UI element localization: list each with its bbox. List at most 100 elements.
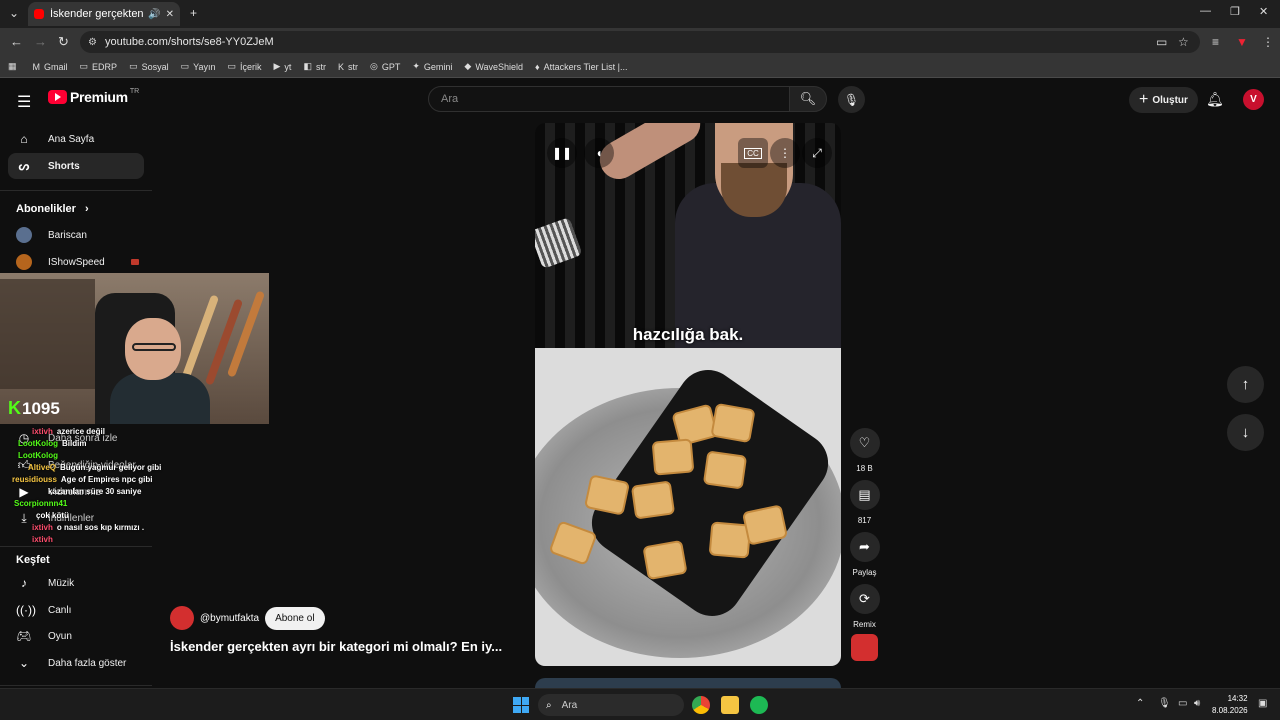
profile-icon[interactable]: ▼ <box>1236 35 1248 49</box>
captions-button[interactable]: CC <box>738 138 768 168</box>
sidebar-item-home[interactable]: ⌂ Ana Sayfa <box>8 126 144 152</box>
volume-button[interactable]: ◖ <box>584 138 614 168</box>
search-icon: ⌕ <box>546 699 552 711</box>
windows-start-icon[interactable] <box>513 697 529 713</box>
video-icon: ▶ <box>19 485 29 499</box>
bookmark-item[interactable]: M Gmail <box>33 62 68 72</box>
notifications-bell-icon[interactable]: 🔔︎ <box>1206 91 1224 108</box>
remix-action[interactable]: ⟳ Remix <box>848 584 881 629</box>
bookmark-item[interactable]: ◆ WaveShield <box>464 61 523 72</box>
sidebar-divider <box>0 546 152 547</box>
apps-icon[interactable]: ▦ <box>8 61 17 72</box>
tray-network-icon[interactable]: ▭ <box>1178 698 1187 709</box>
bookmark-star-icon[interactable]: ☆ <box>1178 35 1189 49</box>
chrome-taskbar-icon[interactable] <box>692 696 710 714</box>
previous-short-button[interactable]: ↑ <box>1227 366 1264 403</box>
share-action[interactable]: ➦ Paylaş <box>848 532 881 577</box>
bookmark-item[interactable]: ♦ Attackers Tier List |... <box>535 62 627 72</box>
bookmark-item[interactable]: ◧ str <box>303 61 326 72</box>
browser-tab-bar: ⌄ İskender gerçekten ayrı bir 🔊 ✕ + — ❐ … <box>0 0 1280 28</box>
sidebar-item-live[interactable]: ((·)) Canlı <box>8 597 144 623</box>
windows-taskbar: ⌕ Ara ⌃ 🎙︎ ▭ 🔊︎ 14:32 8.08.2026 ▣ <box>0 688 1280 720</box>
webcam-shelf <box>0 279 95 389</box>
chat-text: Bildim <box>61 439 87 448</box>
like-action[interactable]: ♡ 18 B <box>848 428 881 473</box>
captions-icon: CC <box>744 147 762 159</box>
bookmark-item[interactable]: ▶ yt <box>274 61 292 72</box>
browser-menu-icon[interactable]: ⋮ <box>1262 35 1274 49</box>
taskbar-clock[interactable]: 14:32 8.08.2026 <box>1212 693 1248 717</box>
sidebar-item-show-more[interactable]: ⌄ Daha fazla göster <box>8 650 144 676</box>
create-button[interactable]: + Oluştur <box>1129 87 1198 113</box>
bookmark-item[interactable]: ▭ İçerik <box>227 61 261 72</box>
audio-playing-icon[interactable]: 🔊 <box>148 9 160 20</box>
search-input[interactable]: Ara <box>428 86 790 112</box>
chat-message: Scorpionnn41 <box>14 499 71 508</box>
guide-menu-icon[interactable]: ☰ <box>17 92 31 112</box>
comment-button[interactable]: ▤ <box>849 480 880 510</box>
subscribe-button[interactable]: Abone ol <box>265 606 325 630</box>
new-tab-icon[interactable]: + <box>190 6 197 20</box>
bookmark-item[interactable]: Kstr <box>338 62 358 72</box>
bookmark-item[interactable]: ▭ EDRP <box>80 61 118 72</box>
search-button[interactable]: 🔍︎ <box>789 86 827 112</box>
bookmark-item[interactable]: ▭ Sosyal <box>129 61 169 72</box>
video-man-beard <box>721 163 787 217</box>
cast-icon[interactable]: ▭ <box>1156 35 1167 49</box>
tray-volume-icon[interactable]: 🔊︎ <box>1194 698 1200 709</box>
file-explorer-taskbar-icon[interactable] <box>721 696 739 714</box>
shorts-video-player[interactable]: hazcılığa bak. ❚❚ ◖ CC ⋮ ⤢ <box>535 123 841 666</box>
user-avatar[interactable]: V <box>1243 89 1264 110</box>
comment-action[interactable]: ▤ 817 <box>848 480 881 525</box>
waveshield-icon: ◆ <box>464 61 472 71</box>
bookmark-item[interactable]: ◎ GPT <box>370 61 400 72</box>
notification-center-icon[interactable]: ▣ <box>1258 698 1267 709</box>
share-button[interactable]: ➦ <box>849 532 880 562</box>
bookmark-item[interactable]: ▭ Yayın <box>181 61 216 72</box>
youtube-premium-logo[interactable]: Premium TR <box>48 88 139 105</box>
next-short-button[interactable]: ↓ <box>1227 414 1264 451</box>
reload-icon[interactable]: ↻ <box>58 34 69 50</box>
bookmark-label: Attackers Tier List |... <box>543 61 628 72</box>
voice-search-button[interactable]: 🎙︎ <box>838 86 865 113</box>
chat-message: çok kötü <box>32 511 69 520</box>
back-icon[interactable]: ← <box>10 34 23 49</box>
bookmark-label: Yayın <box>193 61 216 72</box>
sidebar-item-shorts[interactable]: ᔕ Shorts <box>8 153 144 179</box>
more-vert-icon: ⋮ <box>779 146 791 160</box>
sidebar-divider <box>0 685 152 686</box>
media-controls-icon[interactable]: ≡ <box>1212 35 1219 49</box>
tray-overflow-icon[interactable]: ⌃ <box>1136 698 1144 709</box>
minimize-icon[interactable]: — <box>1200 5 1211 17</box>
forward-icon[interactable]: → <box>34 34 47 49</box>
short-title[interactable]: İskender gerçekten ayrı bir kategori mi … <box>170 639 502 654</box>
video-frame-bottom <box>535 348 841 666</box>
spotify-taskbar-icon[interactable] <box>750 696 768 714</box>
like-count: 18 B <box>856 464 873 473</box>
restore-icon[interactable]: ❐ <box>1230 5 1240 18</box>
fullscreen-button[interactable]: ⤢ <box>802 138 832 168</box>
channel-avatar[interactable] <box>170 606 194 630</box>
sidebar-sub-bariscan[interactable]: Bariscan <box>8 222 144 248</box>
sidebar-item-gaming[interactable]: 🎮︎ Oyun <box>8 623 144 649</box>
channel-name[interactable]: @bymutfakta <box>200 613 259 624</box>
sound-channel-thumbnail[interactable] <box>851 634 878 661</box>
tab-search-icon[interactable]: ⌄ <box>9 6 19 20</box>
like-button[interactable]: ♡ <box>849 428 880 458</box>
sidebar-item-music[interactable]: ♪ Müzik <box>8 570 144 596</box>
site-info-icon[interactable]: ⚙ <box>88 37 97 48</box>
taskbar-search-input[interactable]: ⌕ Ara <box>538 694 684 716</box>
window-close-icon[interactable]: ✕ <box>1259 5 1268 18</box>
remix-button[interactable]: ⟳ <box>849 584 880 614</box>
more-options-button[interactable]: ⋮ <box>770 138 800 168</box>
subscriptions-heading[interactable]: Abonelikler › <box>16 203 89 215</box>
address-bar[interactable]: ⚙ youtube.com/shorts/se8-YY0ZJeM <box>80 31 1200 53</box>
active-tab[interactable]: İskender gerçekten ayrı bir 🔊 ✕ <box>28 2 180 26</box>
bookmark-item[interactable]: ✦ Gemini <box>412 61 452 72</box>
tray-mic-icon[interactable]: 🎙︎ <box>1158 698 1171 709</box>
pause-button[interactable]: ❚❚ <box>547 138 577 168</box>
sidebar-sub-ishowspeed[interactable]: IShowSpeed <box>8 249 144 275</box>
chat-text: azerice değil <box>56 427 105 436</box>
chat-text: çok kötü <box>36 511 69 520</box>
tab-close-icon[interactable]: ✕ <box>166 9 174 20</box>
